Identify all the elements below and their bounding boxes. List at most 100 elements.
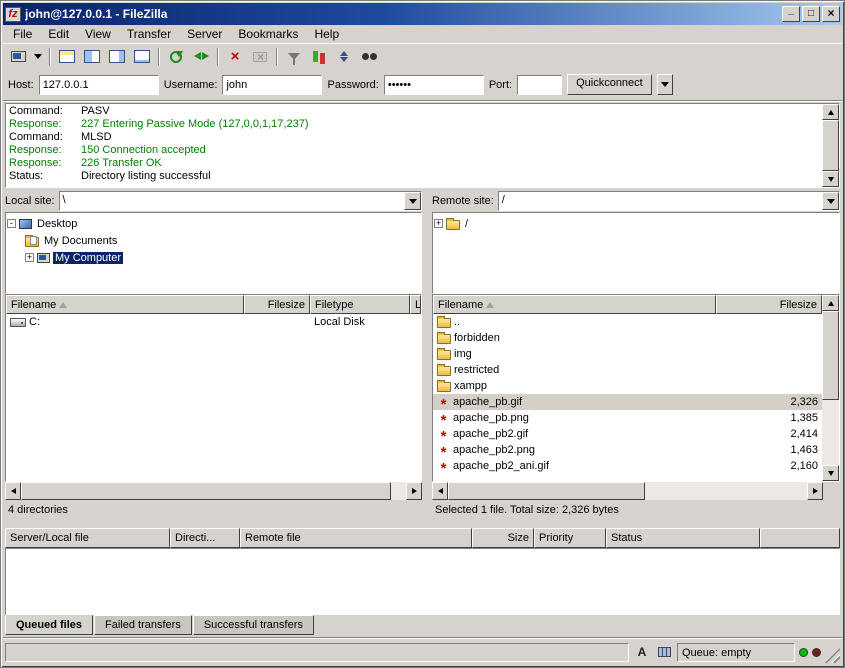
scrollbar-track[interactable] bbox=[822, 311, 839, 465]
find-files-button[interactable] bbox=[357, 46, 381, 68]
menu-edit[interactable]: Edit bbox=[40, 25, 77, 43]
minimize-button[interactable] bbox=[782, 6, 800, 22]
log-scrollbar[interactable] bbox=[822, 104, 839, 187]
expand-icon[interactable]: + bbox=[434, 219, 443, 228]
toggle-local-tree-button[interactable] bbox=[80, 46, 104, 68]
transfer-mode-indicator[interactable]: A bbox=[633, 643, 651, 661]
quickconnect-dropdown-button[interactable] bbox=[657, 74, 673, 95]
resize-grip[interactable] bbox=[825, 648, 840, 663]
column-header-status[interactable]: Status bbox=[606, 528, 760, 548]
scroll-up-button[interactable] bbox=[822, 104, 839, 120]
tree-item-my-computer[interactable]: + My Computer bbox=[7, 249, 420, 266]
remote-file-row-selected[interactable]: apache_pb.gif 2,326 bbox=[433, 394, 822, 410]
scroll-left-button[interactable] bbox=[432, 482, 448, 500]
disconnect-button[interactable] bbox=[248, 46, 272, 68]
column-header-filename[interactable]: Filename bbox=[433, 295, 716, 314]
remote-site-combo[interactable]: / bbox=[498, 191, 840, 211]
sort-ascending-icon bbox=[59, 302, 67, 308]
toggle-message-log-button[interactable] bbox=[55, 46, 79, 68]
scrollbar-track[interactable] bbox=[21, 482, 406, 500]
filter-button[interactable] bbox=[282, 46, 306, 68]
column-header-filetype[interactable]: Filetype bbox=[310, 295, 410, 314]
scrollbar-corner bbox=[823, 482, 840, 500]
scrollbar-thumb[interactable] bbox=[448, 482, 645, 500]
scrollbar-thumb[interactable] bbox=[822, 311, 839, 400]
toggle-remote-tree-button[interactable] bbox=[105, 46, 129, 68]
process-queue-button[interactable] bbox=[189, 46, 213, 68]
local-site-dropdown-button[interactable] bbox=[404, 192, 421, 210]
synchronized-browsing-button[interactable] bbox=[332, 46, 356, 68]
scroll-down-button[interactable] bbox=[822, 465, 839, 481]
menu-help[interactable]: Help bbox=[306, 25, 347, 43]
remote-file-row[interactable]: apache_pb2.png 1,463 bbox=[433, 442, 822, 458]
scroll-left-button[interactable] bbox=[5, 482, 21, 500]
scroll-right-button[interactable] bbox=[406, 482, 422, 500]
maximize-button[interactable] bbox=[802, 6, 820, 22]
column-header-size[interactable]: Size bbox=[472, 528, 534, 548]
refresh-button[interactable] bbox=[164, 46, 188, 68]
remote-file-row[interactable]: img bbox=[433, 346, 822, 362]
menu-bookmarks[interactable]: Bookmarks bbox=[230, 25, 306, 43]
collapse-icon[interactable]: - bbox=[7, 219, 16, 228]
menu-transfer[interactable]: Transfer bbox=[119, 25, 179, 43]
titlebar[interactable]: john@127.0.0.1 - FileZilla bbox=[3, 3, 842, 25]
remote-file-row[interactable]: apache_pb2_ani.gif 2,160 bbox=[433, 458, 822, 474]
remote-file-row[interactable]: restricted bbox=[433, 362, 822, 378]
column-header-server-local-file[interactable]: Server/Local file bbox=[5, 528, 170, 548]
column-header-filename[interactable]: Filename bbox=[6, 295, 244, 314]
site-manager-button[interactable] bbox=[6, 46, 30, 68]
quickconnect-button[interactable]: Quickconnect bbox=[567, 74, 652, 95]
tree-item-root[interactable]: + / bbox=[434, 215, 838, 232]
scrollbar-thumb[interactable] bbox=[822, 120, 839, 171]
remote-site-dropdown-button[interactable] bbox=[822, 192, 839, 210]
password-input[interactable] bbox=[384, 75, 484, 95]
column-header-last-modified[interactable]: L bbox=[410, 295, 421, 314]
local-horizontal-scrollbar[interactable] bbox=[5, 482, 422, 500]
remote-site-value[interactable]: / bbox=[499, 192, 822, 210]
local-site-value[interactable]: \ bbox=[60, 192, 404, 210]
remote-file-row[interactable]: apache_pb2.gif 2,414 bbox=[433, 426, 822, 442]
scroll-right-button[interactable] bbox=[807, 482, 823, 500]
scrollbar-thumb[interactable] bbox=[21, 482, 391, 500]
column-header-direction[interactable]: Directi... bbox=[170, 528, 240, 548]
host-input[interactable] bbox=[39, 75, 159, 95]
remote-vertical-scrollbar[interactable] bbox=[822, 295, 839, 481]
menu-server[interactable]: Server bbox=[179, 25, 230, 43]
expand-icon[interactable]: + bbox=[25, 253, 34, 262]
username-input[interactable] bbox=[222, 75, 322, 95]
cancel-button[interactable] bbox=[223, 46, 247, 68]
file-name: apache_pb2.png bbox=[453, 444, 535, 456]
close-button[interactable] bbox=[822, 6, 840, 22]
local-site-combo[interactable]: \ bbox=[59, 191, 422, 211]
column-header-priority[interactable]: Priority bbox=[534, 528, 606, 548]
tree-item-desktop[interactable]: - Desktop bbox=[7, 215, 420, 232]
menu-file[interactable]: File bbox=[5, 25, 40, 43]
toggle-queue-button[interactable] bbox=[130, 46, 154, 68]
column-header-filesize[interactable]: Filesize bbox=[244, 295, 310, 314]
tab-successful-transfers[interactable]: Successful transfers bbox=[193, 615, 314, 635]
remote-horizontal-scrollbar[interactable] bbox=[432, 482, 840, 500]
scrollbar-track[interactable] bbox=[822, 120, 839, 171]
tree-item-my-documents[interactable]: My Documents bbox=[7, 232, 420, 249]
remote-file-row[interactable]: .. bbox=[433, 314, 822, 330]
menu-view[interactable]: View bbox=[77, 25, 119, 43]
local-file-row[interactable]: C: Local Disk bbox=[6, 314, 421, 330]
scroll-down-button[interactable] bbox=[822, 171, 839, 187]
toggle-local-tree-icon bbox=[84, 50, 100, 63]
column-header-remote-file[interactable]: Remote file bbox=[240, 528, 472, 548]
column-header-filesize[interactable]: Filesize bbox=[716, 295, 822, 314]
scrollbar-track[interactable] bbox=[448, 482, 807, 500]
file-name: apache_pb2_ani.gif bbox=[453, 460, 549, 472]
queue-list[interactable] bbox=[5, 548, 840, 615]
site-manager-dropdown-button[interactable] bbox=[31, 46, 45, 68]
toggle-queue-icon bbox=[134, 50, 150, 63]
scroll-up-button[interactable] bbox=[822, 295, 839, 311]
tab-queued-files[interactable]: Queued files bbox=[5, 615, 93, 635]
remote-file-row[interactable]: apache_pb.png 1,385 bbox=[433, 410, 822, 426]
host-label: Host: bbox=[8, 79, 34, 91]
remote-file-row[interactable]: xampp bbox=[433, 378, 822, 394]
directory-comparison-button[interactable] bbox=[307, 46, 331, 68]
port-input[interactable] bbox=[517, 75, 562, 95]
tab-failed-transfers[interactable]: Failed transfers bbox=[94, 615, 192, 635]
remote-file-row[interactable]: forbidden bbox=[433, 330, 822, 346]
